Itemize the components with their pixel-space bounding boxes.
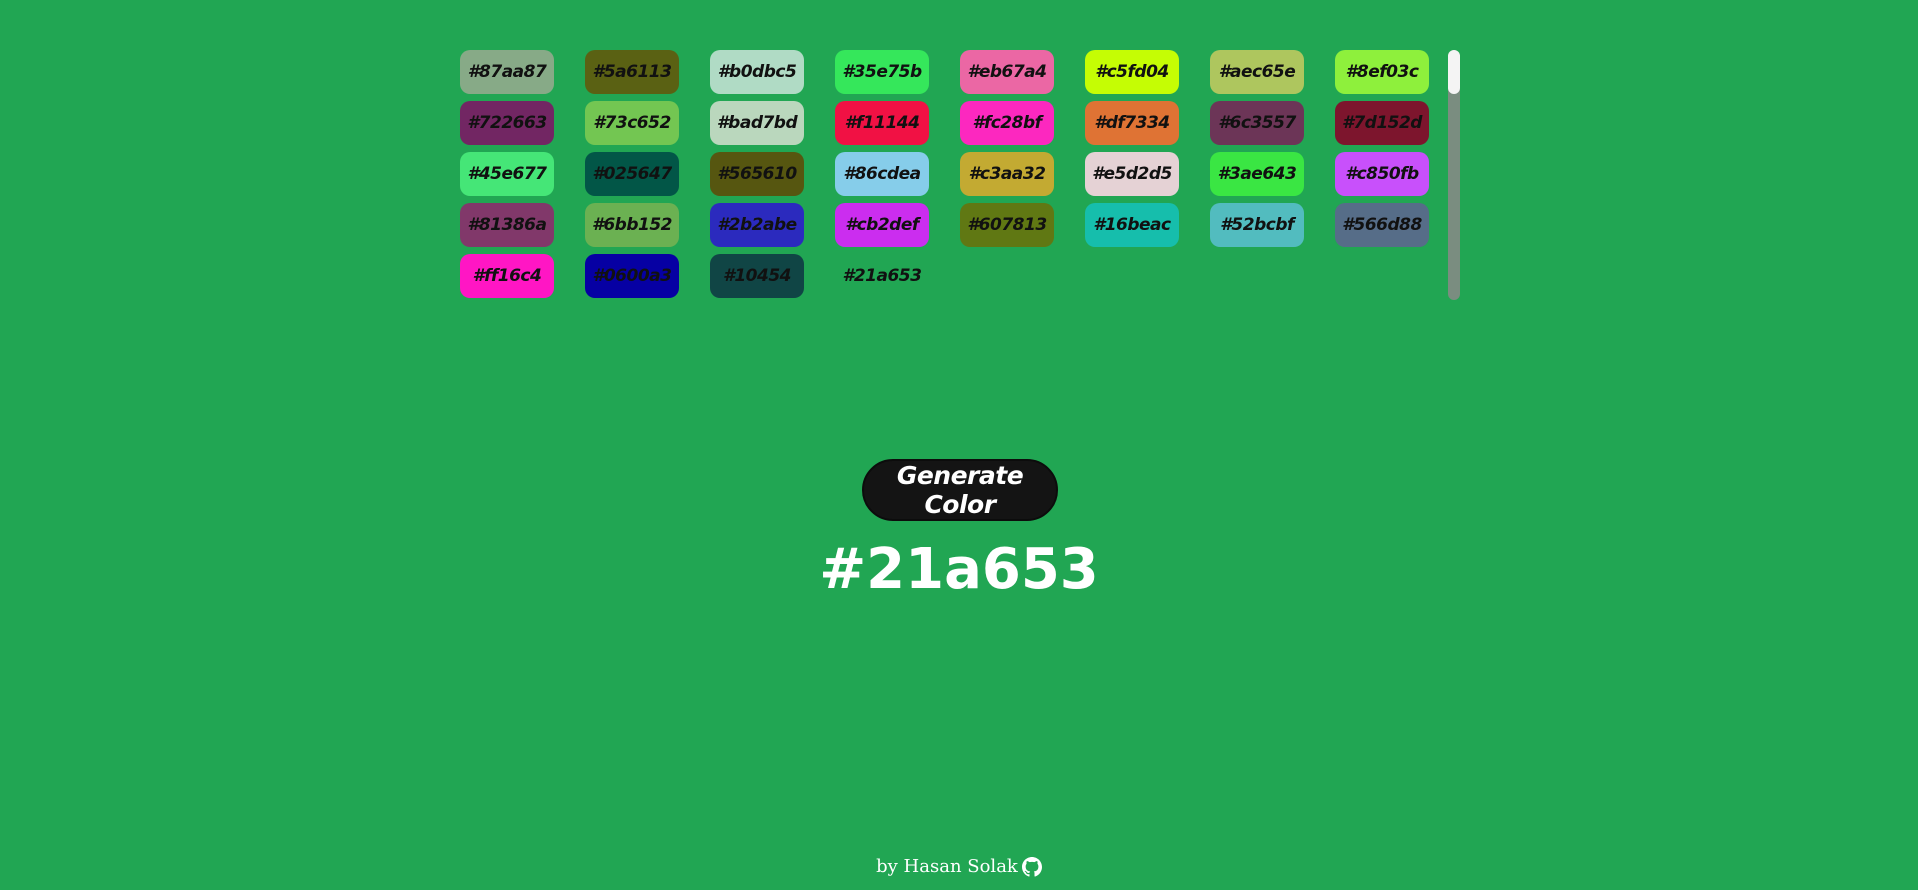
palette-grid: #87aa87 #5a6113 #b0dbc5 #35e75b #eb67a4 #c5fd… — [460, 50, 1460, 298]
color-swatch[interactable]: #e5d2d5 — [1085, 152, 1179, 196]
color-swatch[interactable]: #5a6113 — [585, 50, 679, 94]
github-icon[interactable] — [1021, 857, 1042, 877]
color-swatch[interactable]: #45e677 — [460, 152, 554, 196]
color-swatch[interactable]: #cb2def — [835, 203, 929, 247]
color-swatch[interactable]: #86cdea — [835, 152, 929, 196]
color-swatch[interactable]: #fc28bf — [960, 101, 1054, 145]
color-swatch[interactable]: #7d152d — [1335, 101, 1429, 145]
current-color-hex: #21a653 — [819, 537, 1099, 602]
color-swatch[interactable]: #10454 — [710, 254, 804, 298]
color-swatch[interactable]: #6bb152 — [585, 203, 679, 247]
color-swatch[interactable]: #eb67a4 — [960, 50, 1054, 94]
color-swatch[interactable]: #73c652 — [585, 101, 679, 145]
palette-scrollbar-thumb[interactable] — [1448, 50, 1460, 94]
color-swatch[interactable]: #87aa87 — [460, 50, 554, 94]
color-swatch[interactable]: #2b2abe — [710, 203, 804, 247]
color-swatch[interactable]: #0600a3 — [585, 254, 679, 298]
color-swatch[interactable]: #81386a — [460, 203, 554, 247]
color-swatch[interactable]: #722663 — [460, 101, 554, 145]
color-swatch[interactable]: #c3aa32 — [960, 152, 1054, 196]
color-swatch[interactable]: #565610 — [710, 152, 804, 196]
color-swatch[interactable]: #df7334 — [1085, 101, 1179, 145]
color-swatch[interactable]: #ff16c4 — [460, 254, 554, 298]
color-swatch[interactable]: #f11144 — [835, 101, 929, 145]
color-swatch[interactable]: #c850fb — [1335, 152, 1429, 196]
color-swatch[interactable]: #566d88 — [1335, 203, 1429, 247]
color-swatch[interactable]: #6c3557 — [1210, 101, 1304, 145]
author-credit: by Hasan Solak — [876, 856, 1018, 877]
page: #87aa87 #5a6113 #b0dbc5 #35e75b #eb67a4 #c5fd… — [0, 0, 1918, 890]
color-swatch[interactable]: #16beac — [1085, 203, 1179, 247]
color-swatch[interactable]: #bad7bd — [710, 101, 804, 145]
footer: by Hasan Solak — [0, 855, 1918, 879]
color-swatch[interactable]: #35e75b — [835, 50, 929, 94]
color-swatch[interactable]: #c5fd04 — [1085, 50, 1179, 94]
color-swatch[interactable]: #025647 — [585, 152, 679, 196]
color-history-palette: #87aa87 #5a6113 #b0dbc5 #35e75b #eb67a4 #c5fd… — [460, 50, 1460, 300]
color-swatch[interactable]: #52bcbf — [1210, 203, 1304, 247]
color-swatch[interactable]: #b0dbc5 — [710, 50, 804, 94]
color-swatch[interactable]: #8ef03c — [1335, 50, 1429, 94]
color-swatch[interactable]: #21a653 — [835, 254, 929, 298]
palette-scrollbar[interactable] — [1448, 50, 1460, 300]
color-swatch[interactable]: #3ae643 — [1210, 152, 1304, 196]
generate-color-button[interactable]: Generate Color — [862, 459, 1058, 521]
color-swatch[interactable]: #aec65e — [1210, 50, 1304, 94]
color-swatch[interactable]: #607813 — [960, 203, 1054, 247]
